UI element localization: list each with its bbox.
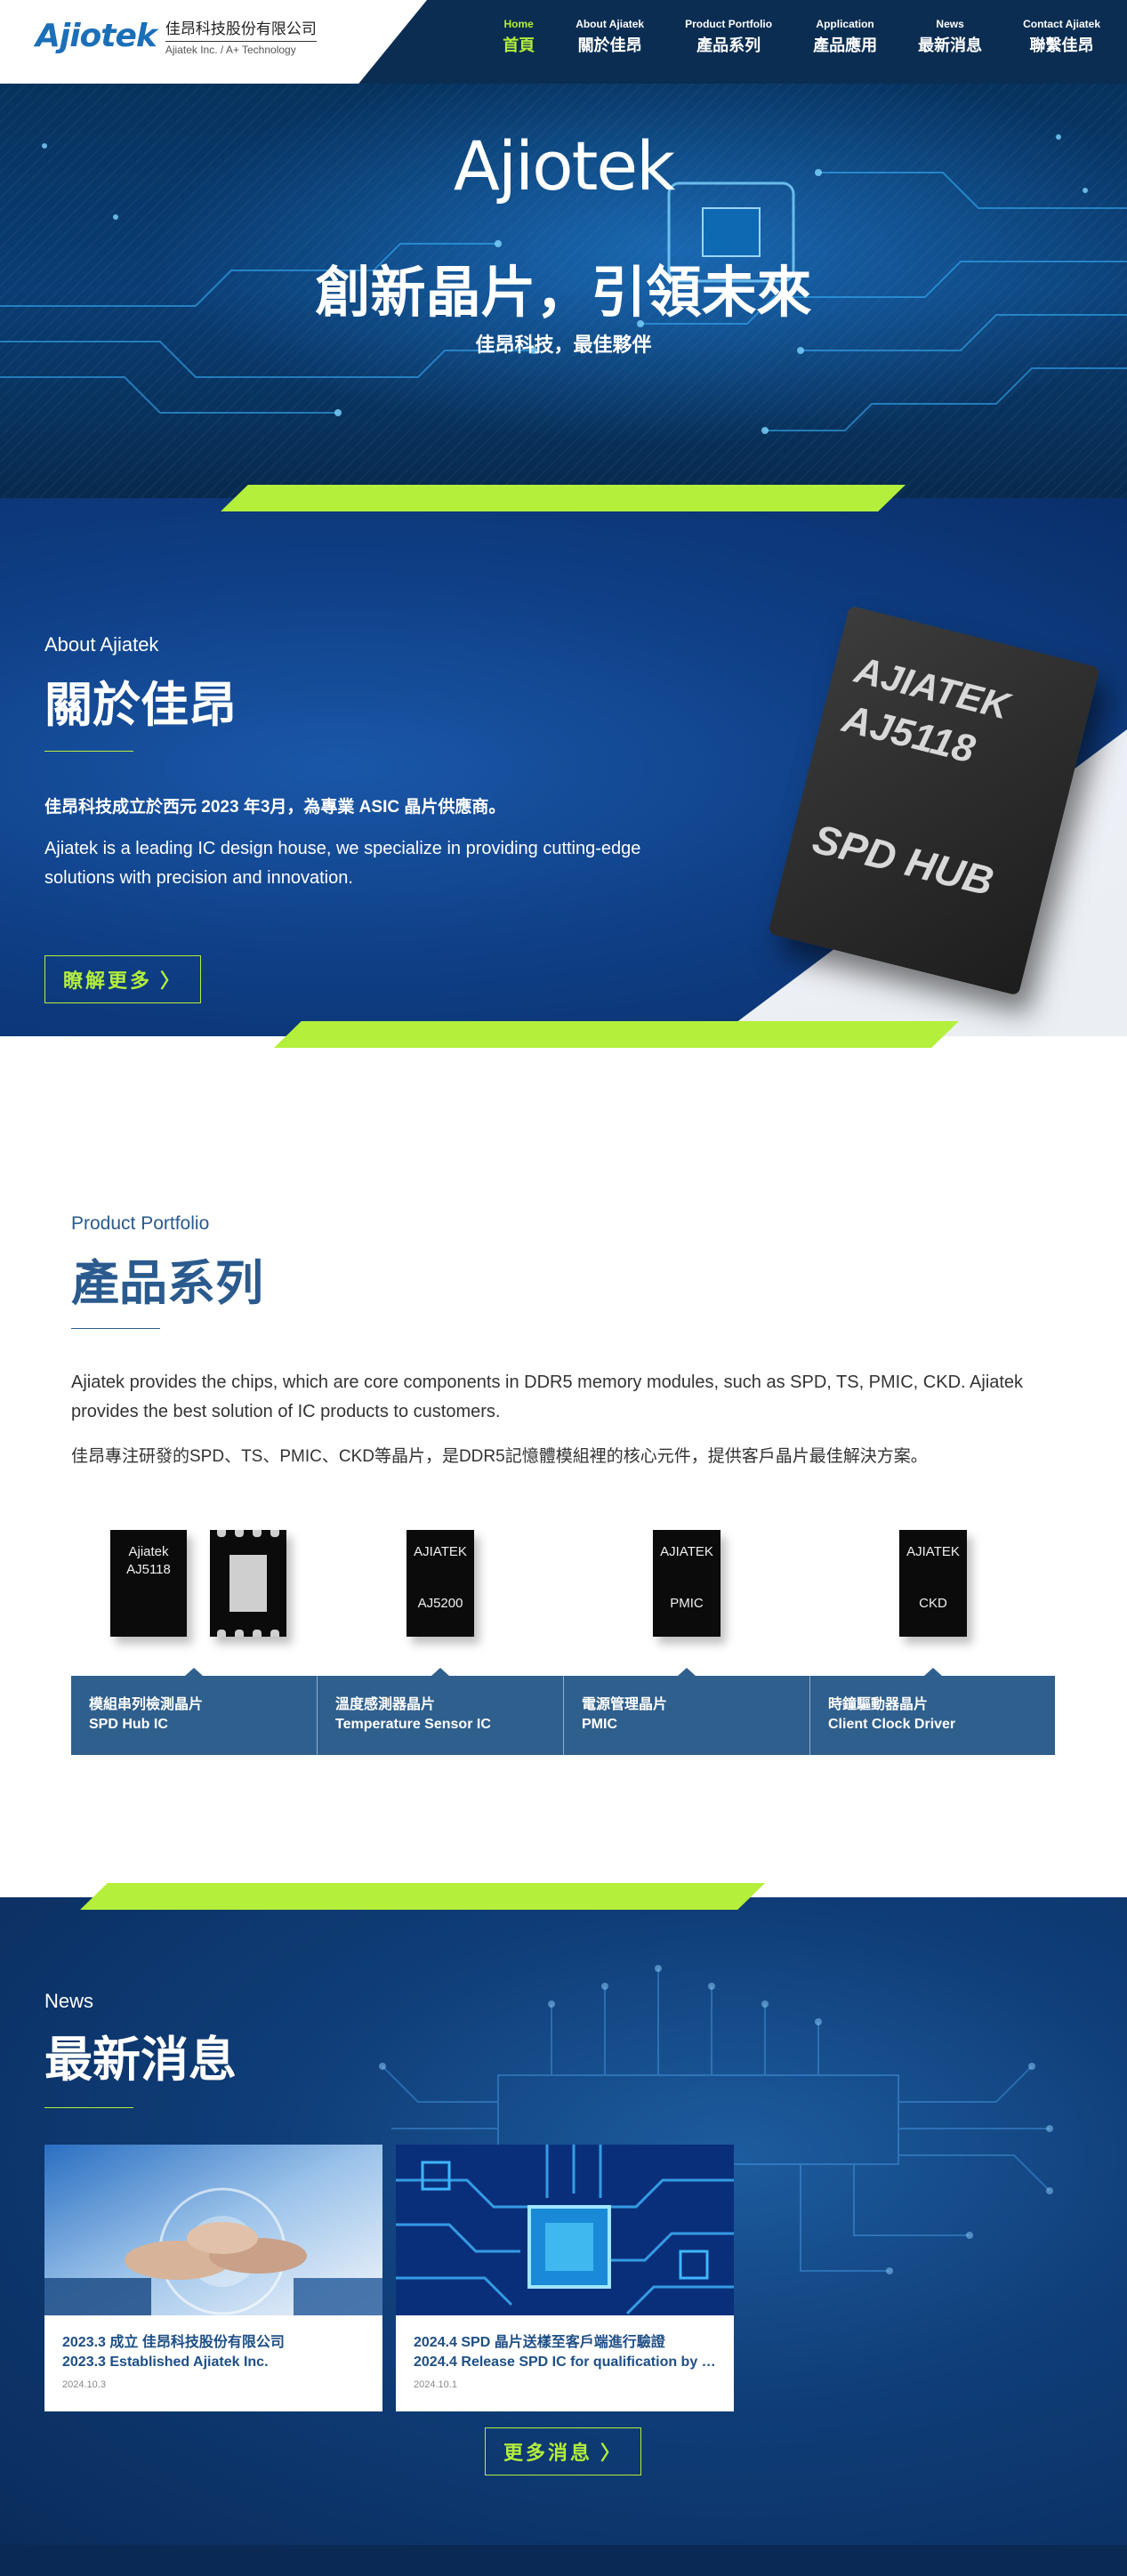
product-card-temperature-sensor[interactable]: AJIATEK AJ5200 溫度感測器晶片 Temperature Senso…: [318, 1530, 563, 1755]
nav-label-cn: 產品系列: [696, 36, 761, 54]
news-body: 2023.3 成立 佳昂科技股份有限公司 2023.3 Established …: [62, 2333, 365, 2390]
nav-label-cn: 聯繫佳昂: [1029, 36, 1094, 54]
product-name-cn: 溫度感測器晶片: [335, 1697, 436, 1712]
chip-image: AJIATEK AJ5200: [407, 1530, 474, 1637]
chip-text: AJIATEK: [660, 1544, 713, 1559]
product-name-en: Temperature Sensor IC: [335, 1717, 491, 1732]
nav-item-application[interactable]: Application 產品應用: [813, 18, 877, 56]
product-name-en: Client Clock Driver: [828, 1717, 956, 1732]
news-card[interactable]: 2023.3 成立 佳昂科技股份有限公司 2023.3 Established …: [44, 2145, 382, 2411]
news-card[interactable]: 2024.4 SPD 晶片送樣至客戶端進行驗證 2024.4 Release S…: [396, 2145, 734, 2411]
products-title: 產品系列: [71, 1257, 263, 1310]
product-card-clock-driver[interactable]: AJIATEK CKD 時鐘驅動器晶片 Client Clock Driver: [810, 1530, 1055, 1755]
product-label: 電源管理晶片 PMIC: [564, 1668, 809, 1755]
accent-stripe: [221, 485, 906, 511]
chip-text: AJIATEK: [414, 1544, 467, 1559]
about-intro-cn: 佳昂科技成立於西元 2023 年3月，為專業 ASIC 晶片供應商。: [44, 798, 506, 817]
learn-more-button[interactable]: 瞭解更多 〉: [44, 955, 201, 1003]
news-label: News: [44, 1990, 94, 2012]
hero-logo: Ajiotek: [453, 126, 675, 205]
chip-text: Ajiatek: [128, 1544, 169, 1559]
products-intro-en: Ajiatek provides the chips, which are co…: [71, 1373, 1024, 1421]
product-list: Ajiatek AJ5118 模組串列檢測晶片 SPD Hub IC AJIAT…: [71, 1530, 1055, 1755]
logo-mark: Ajiotek: [36, 18, 157, 54]
chip-package-image: [210, 1530, 286, 1637]
about-section: About Ajiatek 關於佳昂 佳昂科技成立於西元 2023 年3月，為專…: [0, 498, 1127, 1036]
logo-tagline: Ajiatek Inc. / A+ Technology: [165, 41, 317, 56]
nav-label-en: About Ajiatek: [576, 18, 645, 30]
nav-item-products[interactable]: Product Portfolio 產品系列: [685, 18, 772, 56]
logo-company-name: 佳昂科技股份有限公司: [165, 20, 317, 37]
news-divider: [44, 2107, 133, 2108]
news-section: News 最新消息 2023.3 成立 佳昂科技股份有限公司 2023.3 Es…: [0, 1897, 1127, 2545]
product-name-cn: 時鐘驅動器晶片: [828, 1697, 929, 1712]
news-title-en: 2024.4 Release SPD IC for qualification …: [414, 2355, 716, 2370]
chip-image: AJIATEK CKD: [899, 1530, 967, 1637]
nav-label-cn: 關於佳昂: [577, 36, 642, 54]
nav-item-about[interactable]: About Ajiatek 關於佳昂: [576, 18, 644, 56]
main-nav: Home 首頁 About Ajiatek 關於佳昂 Product Portf…: [462, 18, 1100, 56]
product-name-en: SPD Hub IC: [89, 1717, 168, 1732]
product-card-pmic[interactable]: AJIATEK PMIC 電源管理晶片 PMIC: [564, 1530, 809, 1755]
news-date: 2024.10.3: [62, 2379, 106, 2390]
nav-label-en: Contact Ajiatek: [1023, 18, 1100, 30]
nav-label-cn: 產品應用: [813, 36, 878, 54]
news-image-circuit-chip: [396, 2145, 734, 2315]
products-intro-cn: 佳昂專注研發的SPD、TS、PMIC、CKD等晶片，是DDR5記憶體模組裡的核心…: [71, 1447, 928, 1466]
product-image: AJIATEK AJ5200: [318, 1530, 563, 1676]
product-image: AJIATEK PMIC: [564, 1530, 809, 1676]
nav-label-en: Application: [816, 18, 874, 30]
news-image-handshake: [44, 2145, 382, 2315]
chip-text: CKD: [919, 1596, 947, 1611]
chip-image: AJIATEK PMIC: [653, 1530, 720, 1637]
hero-banner: Ajiotek 創新晶片，引領未來 佳昂科技，最佳夥伴: [0, 84, 1127, 498]
more-news-button[interactable]: 更多消息 〉: [485, 2427, 641, 2475]
chip-text: AJ5200: [417, 1596, 463, 1611]
nav-label-cn: 首頁: [503, 36, 535, 54]
news-date: 2024.10.1: [414, 2379, 457, 2390]
footer-strip: [0, 2545, 1127, 2576]
products-label: Product Portfolio: [71, 1213, 210, 1234]
chip-text: SPD HUB: [808, 815, 999, 905]
nav-label-en: Product Portfolio: [685, 18, 773, 30]
nav-label-cn: 最新消息: [918, 36, 983, 54]
products-divider: [71, 1328, 160, 1329]
site-header: Ajiotek 佳昂科技股份有限公司 Ajiatek Inc. / A+ Tec…: [0, 0, 1127, 84]
accent-stripe: [80, 1883, 765, 1910]
chip-text: PMIC: [670, 1596, 704, 1611]
logo-text: 佳昂科技股份有限公司 Ajiatek Inc. / A+ Technology: [165, 16, 317, 56]
site-logo[interactable]: Ajiotek 佳昂科技股份有限公司 Ajiatek Inc. / A+ Tec…: [36, 16, 317, 56]
nav-item-contact[interactable]: Contact Ajiatek 聯繫佳昂: [1023, 18, 1100, 56]
chip-text: AJ5118: [126, 1562, 171, 1577]
hero-subtitle: 佳昂科技，最佳夥伴: [475, 334, 652, 356]
news-title-cn: 2024.4 SPD 晶片送樣至客戶端進行驗證: [414, 2335, 665, 2350]
about-intro-en: Ajiatek is a leading IC design house, we…: [44, 839, 641, 888]
news-title-cn: 2023.3 成立 佳昂科技股份有限公司: [62, 2335, 285, 2350]
news-title-en: 2023.3 Established Ajiatek Inc.: [62, 2355, 269, 2370]
nav-item-news[interactable]: News 最新消息: [918, 18, 982, 56]
product-name-en: PMIC: [582, 1717, 617, 1732]
product-card-spd-hub[interactable]: Ajiatek AJ5118 模組串列檢測晶片 SPD Hub IC: [71, 1530, 317, 1755]
nav-label-en: News: [936, 18, 964, 30]
news-title: 最新消息: [44, 2033, 237, 2087]
product-name-cn: 模組串列檢測晶片: [89, 1697, 204, 1712]
hero-title: 創新晶片，引領未來: [315, 262, 812, 324]
chip-text: AJIATEK: [906, 1544, 960, 1559]
chip-image: Ajiatek AJ5118: [110, 1530, 187, 1637]
about-label: About Ajiatek: [44, 633, 159, 656]
news-body: 2024.4 SPD 晶片送樣至客戶端進行驗證 2024.4 Release S…: [414, 2333, 716, 2390]
product-image: AJIATEK CKD: [810, 1530, 1056, 1676]
product-label: 溫度感測器晶片 Temperature Sensor IC: [318, 1668, 563, 1755]
about-divider: [44, 751, 133, 752]
nav-label-en: Home: [503, 18, 534, 30]
product-label: 模組串列檢測晶片 SPD Hub IC: [71, 1668, 317, 1755]
product-label: 時鐘驅動器晶片 Client Clock Driver: [810, 1668, 1055, 1755]
product-image: Ajiatek AJ5118: [71, 1530, 317, 1676]
about-title: 關於佳昂: [44, 679, 237, 732]
product-name-cn: 電源管理晶片: [582, 1697, 668, 1712]
nav-item-home[interactable]: Home 首頁: [503, 18, 535, 56]
accent-stripe: [274, 1021, 959, 1048]
